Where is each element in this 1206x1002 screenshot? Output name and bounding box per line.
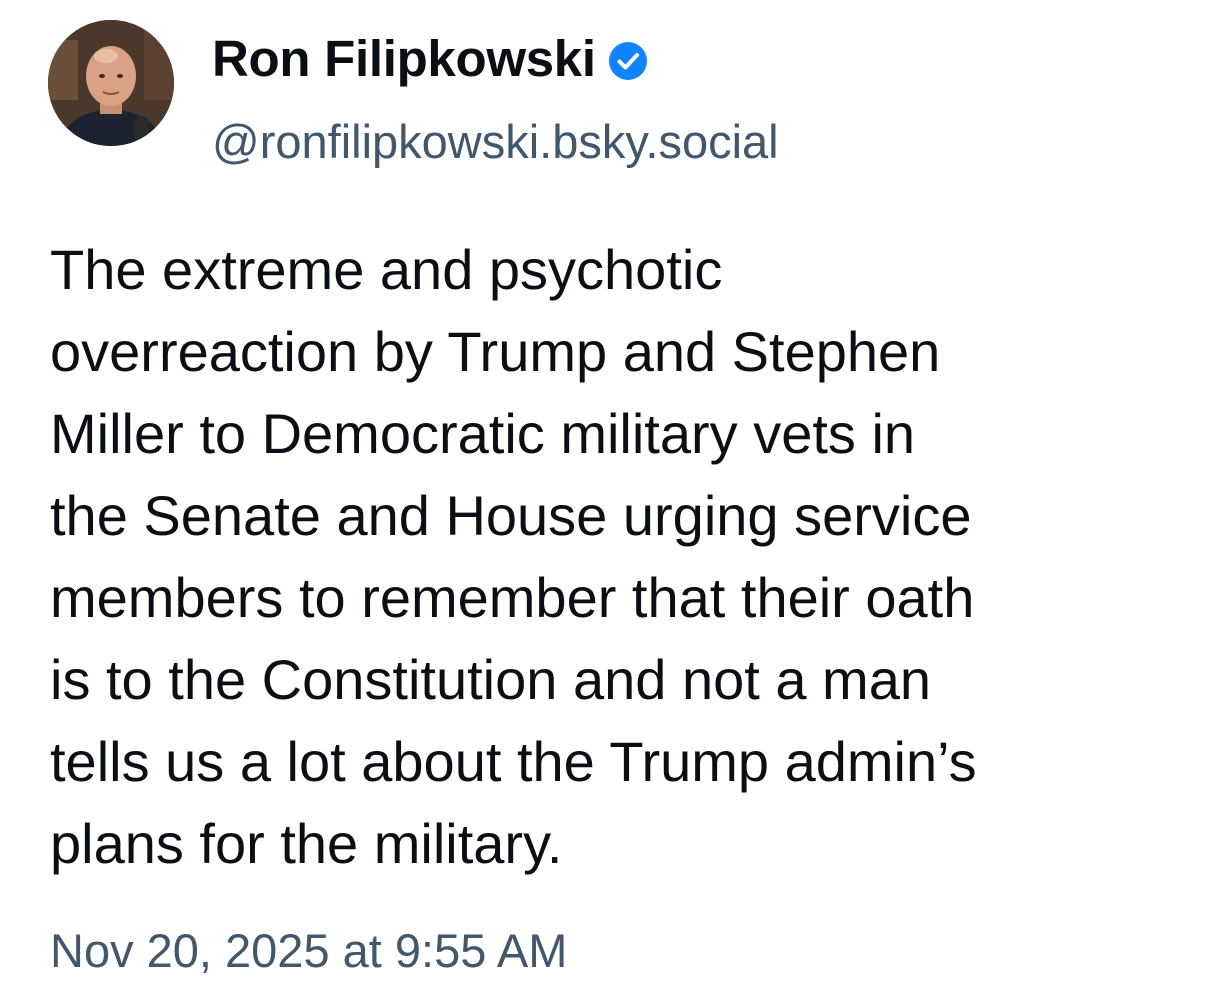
author-display-name[interactable]: Ron Filipkowski [212, 30, 596, 89]
author-handle[interactable]: @ronfilipkowski.bsky.social [212, 115, 779, 169]
post-text-line: The extreme and psychotic [50, 238, 723, 301]
post-text-line: tells us a lot about the Trump admin’s [50, 730, 977, 793]
avatar[interactable] [48, 20, 174, 146]
post-text: The extreme and psychotic overreaction b… [50, 229, 1160, 885]
post-text-line: overreaction by Trump and Stephen [50, 320, 941, 383]
post-text-line: members to remember that their oath [50, 566, 975, 629]
post-timestamp[interactable]: Nov 20, 2025 at 9:55 AM [50, 924, 567, 978]
post-card: Ron Filipkowski @ronfilipkowski.bsky.soc… [0, 0, 1206, 1002]
verified-badge-icon [608, 42, 647, 81]
post-text-line: the Senate and House urging service [50, 484, 972, 547]
author-name[interactable]: Ron Filipkowski [212, 30, 648, 89]
post-text-line: Miller to Democratic military vets in [50, 402, 916, 465]
avatar-image [48, 20, 174, 146]
post-text-line: is to the Constitution and not a man [50, 648, 931, 711]
post-text-line: plans for the military. [50, 812, 563, 875]
